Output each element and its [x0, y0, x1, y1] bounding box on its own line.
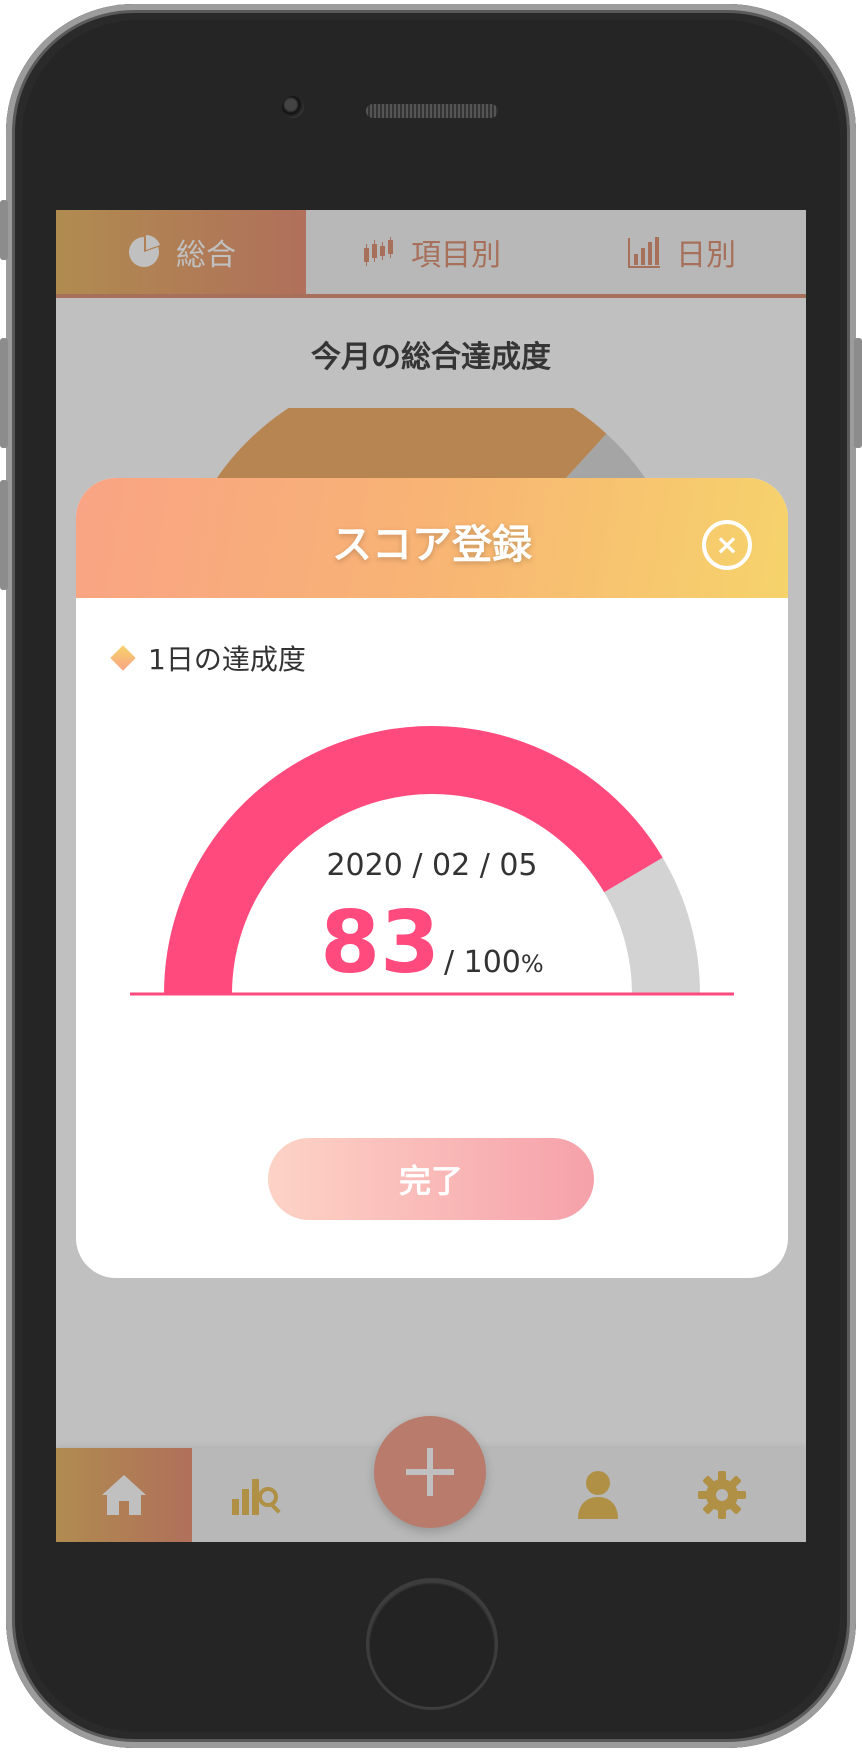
score-value: 83: [320, 893, 440, 993]
phone-side-button-silent: [0, 200, 8, 260]
modal-title: スコア登録: [332, 522, 532, 568]
phone-side-button-volume-down: [0, 480, 8, 590]
app-screen: 総合 項目別 日別 今月の総合達成度 スコア登録 × 1日の達成度 2020 /…: [56, 210, 806, 1542]
daily-achievement-label: 1日の達成度: [108, 638, 306, 678]
score-unit: %: [520, 950, 544, 978]
score-display: 83 / 100 %: [76, 900, 788, 986]
score-date: 2020 / 02 / 05: [326, 848, 538, 883]
phone-side-button-volume-up: [0, 338, 8, 448]
daily-achievement-text: 1日の達成度: [148, 643, 306, 676]
score-registration-modal: スコア登録 × 1日の達成度 2020 / 02 / 05 83 / 100 %…: [76, 478, 788, 1278]
modal-header: スコア登録 ×: [76, 478, 788, 598]
home-button[interactable]: [366, 1578, 498, 1710]
phone-side-button-power: [854, 338, 862, 448]
score-max: / 100: [443, 945, 521, 980]
diamond-bullet-icon: [110, 645, 136, 671]
done-button[interactable]: 完了: [268, 1138, 594, 1220]
close-circle-icon: ×: [715, 528, 739, 561]
close-button[interactable]: ×: [702, 520, 752, 570]
earpiece-speaker: [366, 104, 498, 118]
front-camera: [282, 96, 304, 118]
